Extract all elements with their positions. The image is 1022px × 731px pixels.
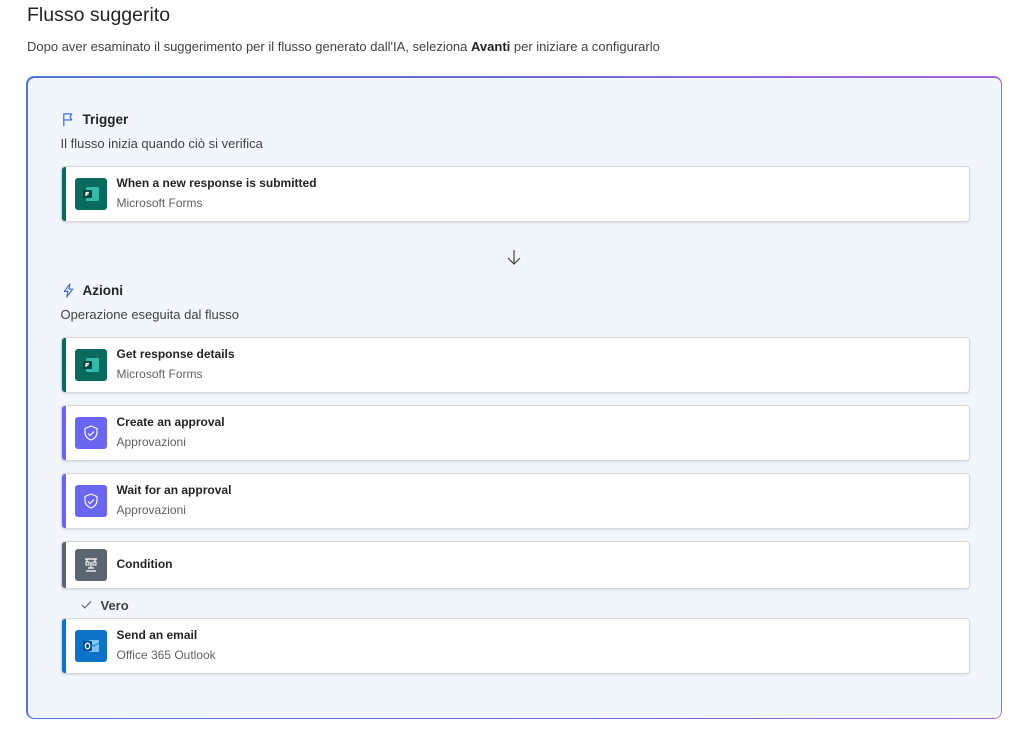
subtitle-text-before: Dopo aver esaminato il suggerimento per … [27,39,472,54]
card-title: Create an approval [116,415,225,429]
suggested-flow-body: Trigger Il flusso inizia quando ciò si v… [27,77,1001,718]
actions-heading-label: Azioni [82,282,124,298]
card-title: Condition [116,557,173,571]
card-accent [61,618,66,673]
branch-true-label: Vero [80,598,129,614]
flag-icon [61,112,76,127]
card-subtitle: Approvazioni [116,503,186,517]
approvals-icon [74,484,107,517]
card-texts: Wait for an approval Approvazioni [117,483,232,518]
microsoft-forms-icon [74,348,107,381]
action-card-get-response-details[interactable]: Get response details Microsoft Forms [60,336,970,393]
branch-true-text: Vero [100,598,129,613]
trigger-description: Il flusso inizia quando ciò si verifica [60,135,263,151]
card-subtitle: Microsoft Forms [116,196,203,210]
page-title: Flusso suggerito [27,4,171,26]
action-card-send-email[interactable]: Send an email Office 365 Outlook [60,617,970,674]
action-card-wait-for-approval[interactable]: Wait for an approval Approvazioni [60,472,970,529]
actions-heading: Azioni [61,282,124,298]
subtitle-text-after: per iniziare a configurarlo [510,39,660,54]
subtitle-text-bold: Avanti [471,39,511,54]
card-accent [61,405,66,460]
card-texts: Condition [117,557,173,572]
action-card-create-approval[interactable]: Create an approval Approvazioni [60,404,970,461]
trigger-heading: Trigger [61,111,129,127]
card-subtitle: Approvazioni [116,435,186,449]
page-subtitle: Dopo aver esaminato il suggerimento per … [27,39,660,54]
card-title: When a new response is submitted [116,176,317,190]
card-accent [61,473,66,528]
card-title: Get response details [116,347,235,361]
card-texts: When a new response is submitted Microso… [117,176,317,211]
card-subtitle: Microsoft Forms [116,367,203,381]
action-card-condition[interactable]: Condition [60,540,970,589]
lightning-icon [61,282,76,298]
suggested-flow-panel: Trigger Il flusso inizia quando ciò si v… [26,76,1002,719]
card-texts: Get response details Microsoft Forms [117,347,235,382]
trigger-heading-label: Trigger [82,111,129,127]
microsoft-forms-icon [74,177,107,210]
outlook-icon [74,629,107,662]
card-texts: Send an email Office 365 Outlook [117,628,216,663]
condition-icon [74,548,107,581]
arrow-down-icon [505,248,523,271]
card-accent [61,337,66,392]
card-title: Wait for an approval [116,483,232,497]
card-title: Send an email [116,628,198,642]
card-texts: Create an approval Approvazioni [117,415,225,450]
trigger-card[interactable]: When a new response is submitted Microso… [60,165,970,222]
checkmark-icon [80,598,93,614]
approvals-icon [74,416,107,449]
card-accent [61,541,66,588]
card-accent [61,166,66,221]
actions-description: Operazione eseguita dal flusso [60,306,240,322]
card-subtitle: Office 365 Outlook [116,648,216,662]
